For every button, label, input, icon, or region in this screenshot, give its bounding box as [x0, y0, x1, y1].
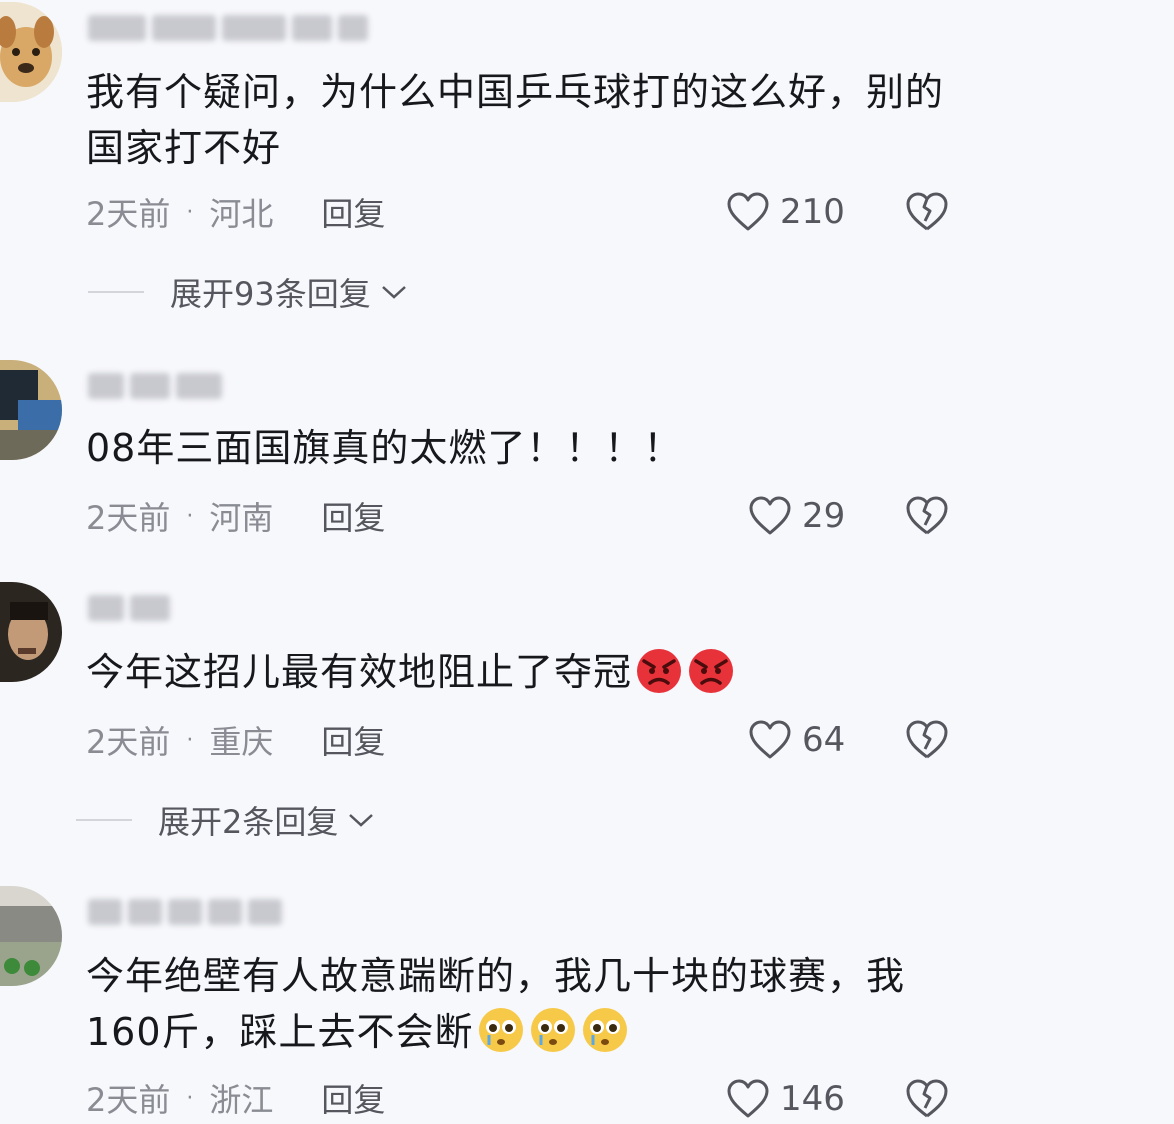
- comment-location: 河北: [209, 195, 274, 233]
- avatar[interactable]: [0, 360, 62, 460]
- comment-time: 2天前: [86, 1081, 171, 1119]
- username-blurred[interactable]: [88, 590, 170, 626]
- heart-icon: [749, 496, 791, 535]
- pleading-face-icon: [530, 1008, 575, 1052]
- comment-text-body: 今年这招儿最有效地阻止了夺冠: [86, 650, 633, 694]
- expand-replies-label: 展开2条回复: [158, 803, 339, 841]
- comment-time: 2天前: [86, 723, 171, 761]
- like-button[interactable]: 64: [748, 715, 845, 765]
- pleading-face-icon: [478, 1008, 523, 1052]
- heart-icon: [727, 1079, 769, 1118]
- chevron-down-icon: [349, 814, 374, 827]
- reply-button[interactable]: 回复: [321, 493, 385, 539]
- avatar[interactable]: [0, 582, 62, 682]
- divider-line: [76, 819, 132, 821]
- dislike-broken-heart-icon[interactable]: [904, 1076, 950, 1122]
- avatar[interactable]: [0, 886, 62, 986]
- like-button[interactable]: 210: [726, 187, 845, 237]
- avatar[interactable]: [0, 2, 62, 102]
- comment-text: 今年这招儿最有效地阻止了夺冠: [86, 644, 966, 700]
- like-count: 64: [802, 720, 846, 760]
- separator-dot: ·: [186, 727, 194, 753]
- comment-time: 2天前: [86, 499, 171, 537]
- like-count: 210: [780, 192, 845, 232]
- reply-button[interactable]: 回复: [321, 189, 385, 235]
- comment-time: 2天前: [86, 195, 171, 233]
- angry-face-icon: [689, 649, 734, 693]
- like-count: 146: [780, 1079, 845, 1119]
- comment-text: 我有个疑问，为什么中国乒乓球打的这么好，别的国家打不好: [86, 70, 945, 170]
- comment-location: 河南: [209, 499, 274, 537]
- separator-dot: ·: [186, 199, 194, 225]
- comment-text: 08年三面国旗真的太燃了！！！！: [86, 426, 683, 470]
- comment-meta: 2天前 · 河南 回复: [86, 494, 385, 538]
- heart-icon: [749, 720, 791, 759]
- reply-button[interactable]: 回复: [321, 1075, 385, 1121]
- comment-location: 浙江: [209, 1081, 274, 1119]
- like-button[interactable]: 29: [748, 491, 845, 541]
- reply-button[interactable]: 回复: [321, 717, 385, 763]
- comment-meta: 2天前 · 河北 回复: [86, 190, 385, 234]
- comment-location: 重庆: [209, 723, 274, 761]
- dislike-broken-heart-icon[interactable]: [904, 717, 950, 763]
- separator-dot: ·: [186, 503, 194, 529]
- pleading-face-icon: [582, 1008, 627, 1052]
- heart-icon: [727, 192, 769, 231]
- like-button[interactable]: 146: [726, 1074, 845, 1124]
- username-blurred[interactable]: [88, 894, 282, 930]
- chevron-down-icon: [381, 286, 406, 299]
- expand-replies-label: 展开93条回复: [170, 275, 371, 313]
- dislike-broken-heart-icon[interactable]: [904, 493, 950, 539]
- divider-line: [88, 291, 144, 293]
- expand-replies-button[interactable]: 展开93条回复: [88, 270, 407, 314]
- like-count: 29: [802, 496, 846, 536]
- separator-dot: ·: [186, 1085, 194, 1111]
- dislike-broken-heart-icon[interactable]: [904, 189, 950, 235]
- comment-meta: 2天前 · 浙江 回复: [86, 1076, 385, 1120]
- expand-replies-button[interactable]: 展开2条回复: [76, 798, 374, 842]
- username-blurred[interactable]: [88, 368, 222, 404]
- angry-face-icon: [637, 649, 682, 693]
- username-blurred[interactable]: [88, 10, 368, 46]
- comment-text: 今年绝壁有人故意踹断的，我几十块的球赛，我160斤，踩上去不会断: [86, 948, 966, 1060]
- comment-meta: 2天前 · 重庆 回复: [86, 718, 385, 762]
